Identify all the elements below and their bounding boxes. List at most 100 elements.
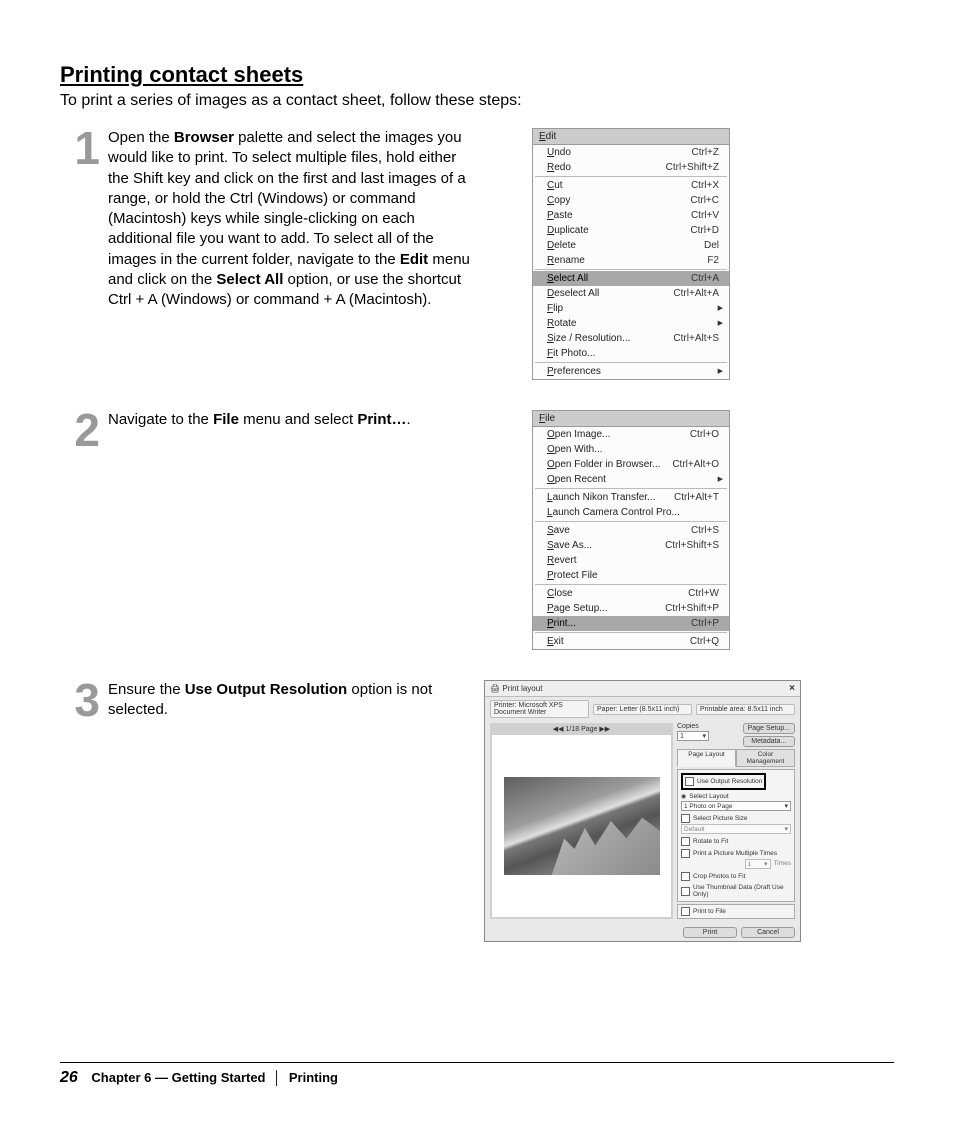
crop-label: Crop Photos to Fit (693, 873, 745, 880)
menu-item[interactable]: DeleteDel (533, 238, 729, 253)
metadata-button[interactable]: Metadata... (743, 736, 795, 747)
step-1: 1 Open the Browser palette and select th… (60, 128, 894, 380)
menu-item[interactable]: Launch Camera Control Pro... (533, 505, 729, 520)
paper-field: Paper: Letter (8.5x11 inch) (593, 704, 692, 715)
menu-item-label: Protect File (547, 570, 598, 581)
times-spinner[interactable]: 1 (745, 859, 771, 869)
bold: Edit (400, 251, 428, 268)
menu-item-shortcut: Ctrl+Shift+P (665, 603, 719, 614)
crop-checkbox[interactable] (681, 872, 690, 881)
menu-item[interactable]: Rotate (533, 316, 729, 331)
menu-item[interactable]: Cut Ctrl+X (533, 178, 729, 193)
menu-item-label: Flip (547, 303, 563, 314)
use-output-resolution-checkbox[interactable] (685, 777, 694, 786)
rotate-label: Rotate to Fit (693, 838, 728, 845)
times-label: Times (774, 860, 791, 867)
menu-item-label: Redo (547, 162, 571, 173)
menu-item[interactable]: Deselect AllCtrl+Alt+A (533, 286, 729, 301)
menu-item[interactable]: Print...Ctrl+P (533, 616, 729, 631)
thumbnail-checkbox[interactable] (681, 887, 690, 896)
menu-item-label: Size / Resolution... (547, 333, 630, 344)
menu-item-label: Duplicate (547, 225, 589, 236)
menu-item[interactable]: Open With... (533, 442, 729, 457)
menu-item[interactable]: Preferences (533, 364, 729, 379)
file-menu-figure: FileOpen Image...Ctrl+OOpen With...Open … (532, 410, 730, 650)
radio-icon[interactable]: ◉ (681, 793, 686, 800)
thumbnail-label: Use Thumbnail Data (Draft Use Only) (693, 884, 791, 898)
close-icon[interactable]: × (789, 683, 795, 694)
size-combo[interactable]: Default (681, 824, 791, 834)
menu-item[interactable]: Select AllCtrl+A (533, 271, 729, 286)
menu-item[interactable]: Open Folder in Browser...Ctrl+Alt+O (533, 457, 729, 472)
layout-combo[interactable]: 1 Photo on Page (681, 801, 791, 811)
tab-color-management[interactable]: Color Management (736, 749, 795, 767)
menu-item[interactable]: Page Setup... Ctrl+Shift+P (533, 601, 729, 616)
txt: Open the (108, 129, 174, 146)
times-value: 1 (748, 861, 752, 868)
menu-item-label: Deselect All (547, 288, 599, 299)
menu-item[interactable]: Open Recent (533, 472, 729, 487)
menu-separator (535, 362, 727, 363)
menu-item-shortcut: Ctrl+W (688, 588, 719, 599)
menu-item-label: Revert (547, 555, 576, 566)
menu-item[interactable]: Close Ctrl+W (533, 586, 729, 601)
txt: Ensure the (108, 681, 185, 698)
print-to-file-label: Print to File (693, 908, 726, 915)
copies-value: 1 (680, 733, 684, 740)
step-number: 3 (60, 680, 100, 721)
menu-item-label: Rename (547, 255, 585, 266)
menu-item-label: Close (547, 588, 573, 599)
menu-item[interactable]: Size / Resolution...Ctrl+Alt+S (533, 331, 729, 346)
rotate-checkbox[interactable] (681, 837, 690, 846)
menu-separator (535, 488, 727, 489)
menu-title: File (533, 411, 729, 427)
menu-item[interactable]: Open Image...Ctrl+O (533, 427, 729, 442)
step-text: Navigate to the File menu and select Pri… (108, 410, 478, 430)
preview-photo (504, 777, 660, 875)
layout-value: 1 Photo on Page (684, 803, 732, 810)
menu-item[interactable]: UndoCtrl+Z (533, 145, 729, 160)
section-heading: Printing contact sheets (60, 62, 894, 88)
menu-item[interactable]: SaveCtrl+S (533, 523, 729, 538)
menu-item-shortcut: Ctrl+Alt+O (672, 459, 719, 470)
menu-item[interactable]: Revert (533, 553, 729, 568)
step-3: 3 Ensure the Use Output Resolution optio… (60, 680, 894, 942)
menu-item[interactable]: Save As...Ctrl+Shift+S (533, 538, 729, 553)
menu-item[interactable]: Fit Photo... (533, 346, 729, 361)
menu-item[interactable]: PasteCtrl+V (533, 208, 729, 223)
menu-item[interactable]: DuplicateCtrl+D (533, 223, 729, 238)
cancel-button[interactable]: Cancel (741, 927, 795, 938)
menu-item[interactable]: Protect File (533, 568, 729, 583)
multi-label: Print a Picture Multiple Times (693, 850, 777, 857)
print-to-file-checkbox[interactable] (681, 907, 690, 916)
copies-label: Copies (677, 723, 740, 730)
multi-checkbox[interactable] (681, 849, 690, 858)
step-2: 2 Navigate to the File menu and select P… (60, 410, 894, 650)
page-prev-icon[interactable]: ◀◀ (553, 726, 564, 733)
select-size-checkbox[interactable] (681, 814, 690, 823)
menu-item[interactable]: RedoCtrl+Shift+Z (533, 160, 729, 175)
txt: Navigate to the (108, 411, 213, 428)
print-button[interactable]: Print (683, 927, 737, 938)
menu-item[interactable]: ExitCtrl+Q (533, 634, 729, 649)
menu-item[interactable]: CopyCtrl+C (533, 193, 729, 208)
menu-item-label: Delete (547, 240, 576, 251)
page-setup-button[interactable]: Page Setup... (743, 723, 795, 734)
tab-page-layout[interactable]: Page Layout (677, 749, 736, 767)
menu-item[interactable]: Flip (533, 301, 729, 316)
menu-item-label: Launch Camera Control Pro... (547, 507, 680, 518)
page-preview (492, 735, 671, 917)
menu-item-shortcut: Ctrl+X (691, 180, 719, 191)
page-next-icon[interactable]: ▶▶ (599, 726, 610, 733)
menu-item[interactable]: RenameF2 (533, 253, 729, 268)
print-layout-dialog: 🖨 Print layout × Printer: Microsoft XPS … (484, 680, 801, 942)
menu-separator (535, 632, 727, 633)
menu-item-shortcut: Ctrl+C (690, 195, 719, 206)
step-text: Open the Browser palette and select the … (108, 128, 478, 310)
menu-item-label: Page Setup... (547, 603, 608, 614)
copies-spinner[interactable]: 1 (677, 731, 709, 741)
printable-field: Printable area: 8.5x11 inch (696, 704, 795, 715)
menu-item-label: Open Recent (547, 474, 606, 485)
menu-item[interactable]: Launch Nikon Transfer...Ctrl+Alt+T (533, 490, 729, 505)
menu-item-label: Cut (547, 180, 563, 191)
